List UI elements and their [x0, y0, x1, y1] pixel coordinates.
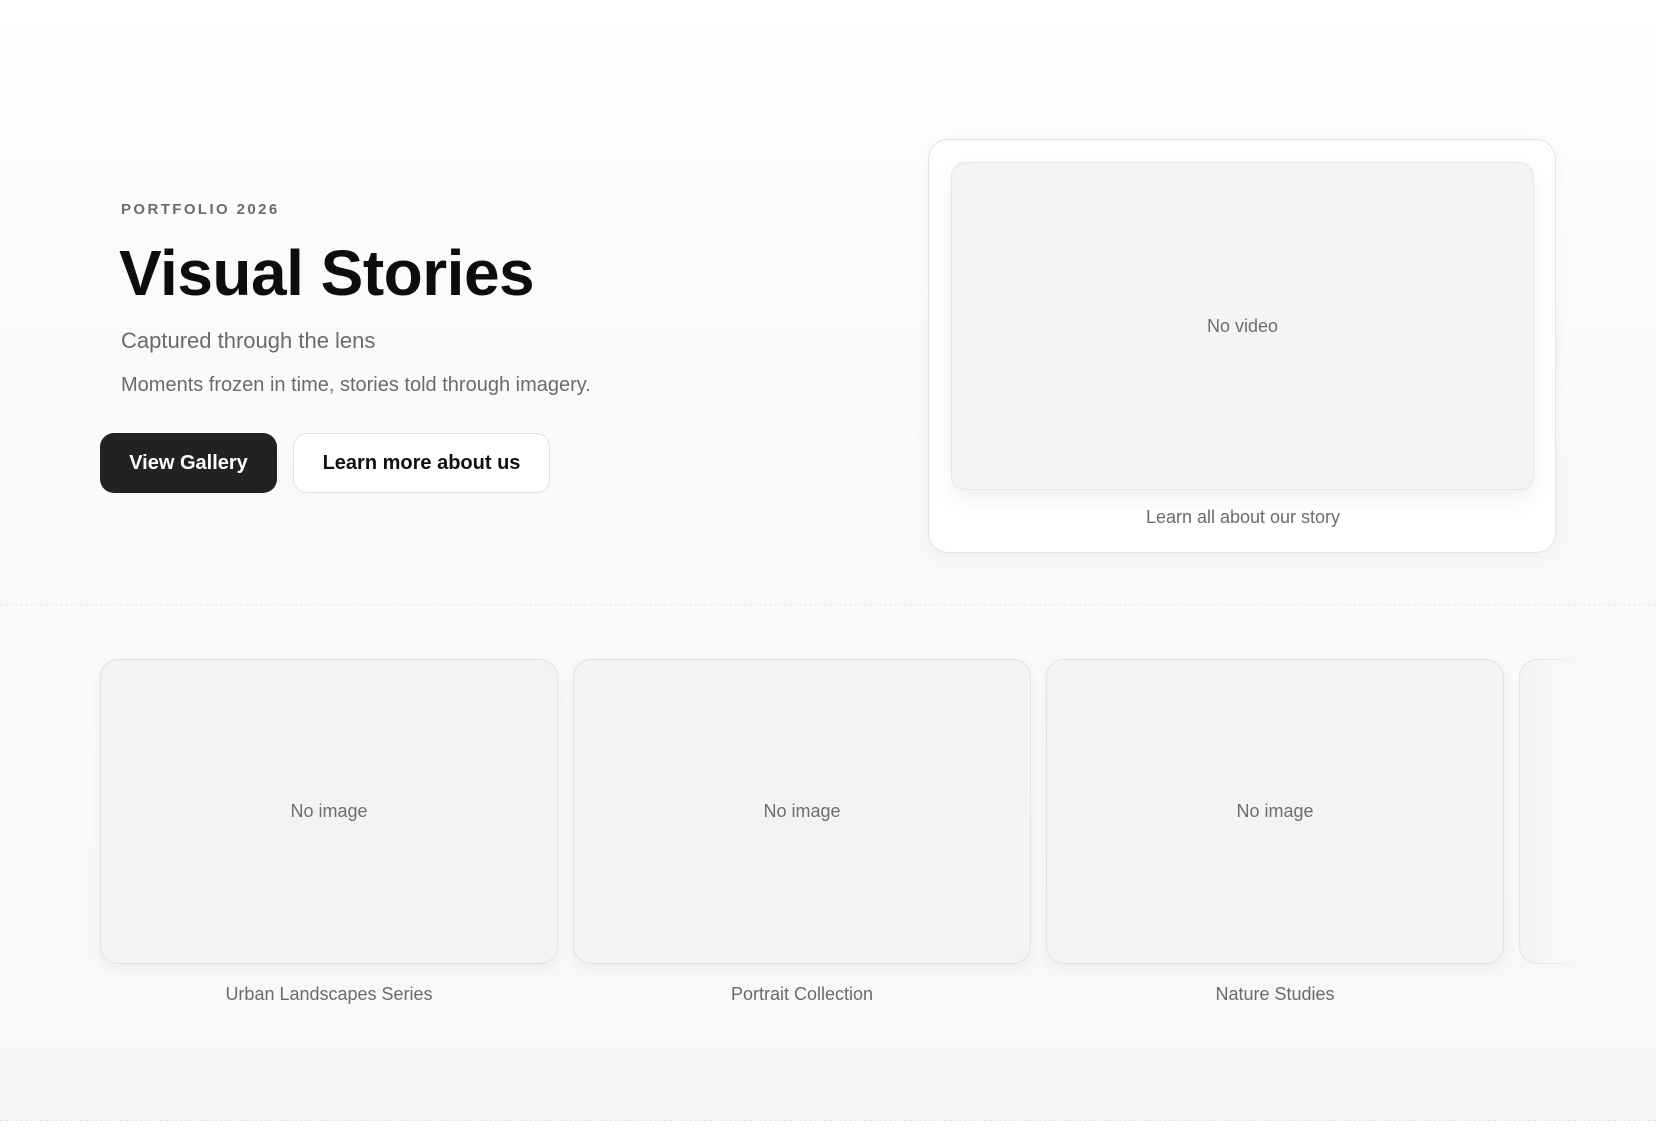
gallery-item-caption: Nature Studies — [1215, 984, 1335, 1004]
hero-subtitle: Captured through the lens — [121, 328, 376, 353]
image-placeholder-text: No image — [1236, 801, 1314, 821]
gallery-item-caption: Urban Landscapes Series — [225, 984, 433, 1004]
gallery-item-portrait-collection[interactable]: No image Portrait Collection — [573, 659, 1031, 1005]
gallery-image[interactable]: No image — [100, 659, 558, 964]
gallery-item-caption: Portrait Collection — [730, 984, 874, 1004]
learn-more-button[interactable]: Learn more about us — [293, 433, 550, 493]
gallery-item-nature-studies[interactable]: No image Nature Studies — [1046, 659, 1504, 1005]
gallery-image[interactable]: No image — [1046, 659, 1504, 964]
hero-eyebrow: PORTFOLIO 2026 — [121, 201, 280, 218]
gallery-item-urban-landscapes[interactable]: No image Urban Landscapes Series — [100, 659, 558, 1005]
video-caption: Learn all about our story — [1145, 507, 1341, 527]
page-title: Visual Stories — [119, 237, 535, 309]
bottom-edge — [0, 1122, 1656, 1130]
image-placeholder-text: No image — [763, 801, 841, 821]
gallery-image[interactable]: No image — [573, 659, 1031, 964]
video-player[interactable]: No video — [951, 162, 1534, 490]
view-gallery-button[interactable]: View Gallery — [100, 433, 277, 493]
video-card: No video Learn all about our story — [928, 139, 1556, 553]
scroll-fade-overlay — [1540, 647, 1656, 987]
hero-description: Moments frozen in time, stories told thr… — [121, 374, 591, 396]
gallery-strip[interactable]: No image Urban Landscapes Series No imag… — [0, 607, 1656, 1121]
image-placeholder-text: No image — [290, 801, 368, 821]
hero-section: PORTFOLIO 2026 Visual Stories Captured t… — [0, 0, 1656, 606]
video-placeholder-text: No video — [1206, 315, 1279, 336]
